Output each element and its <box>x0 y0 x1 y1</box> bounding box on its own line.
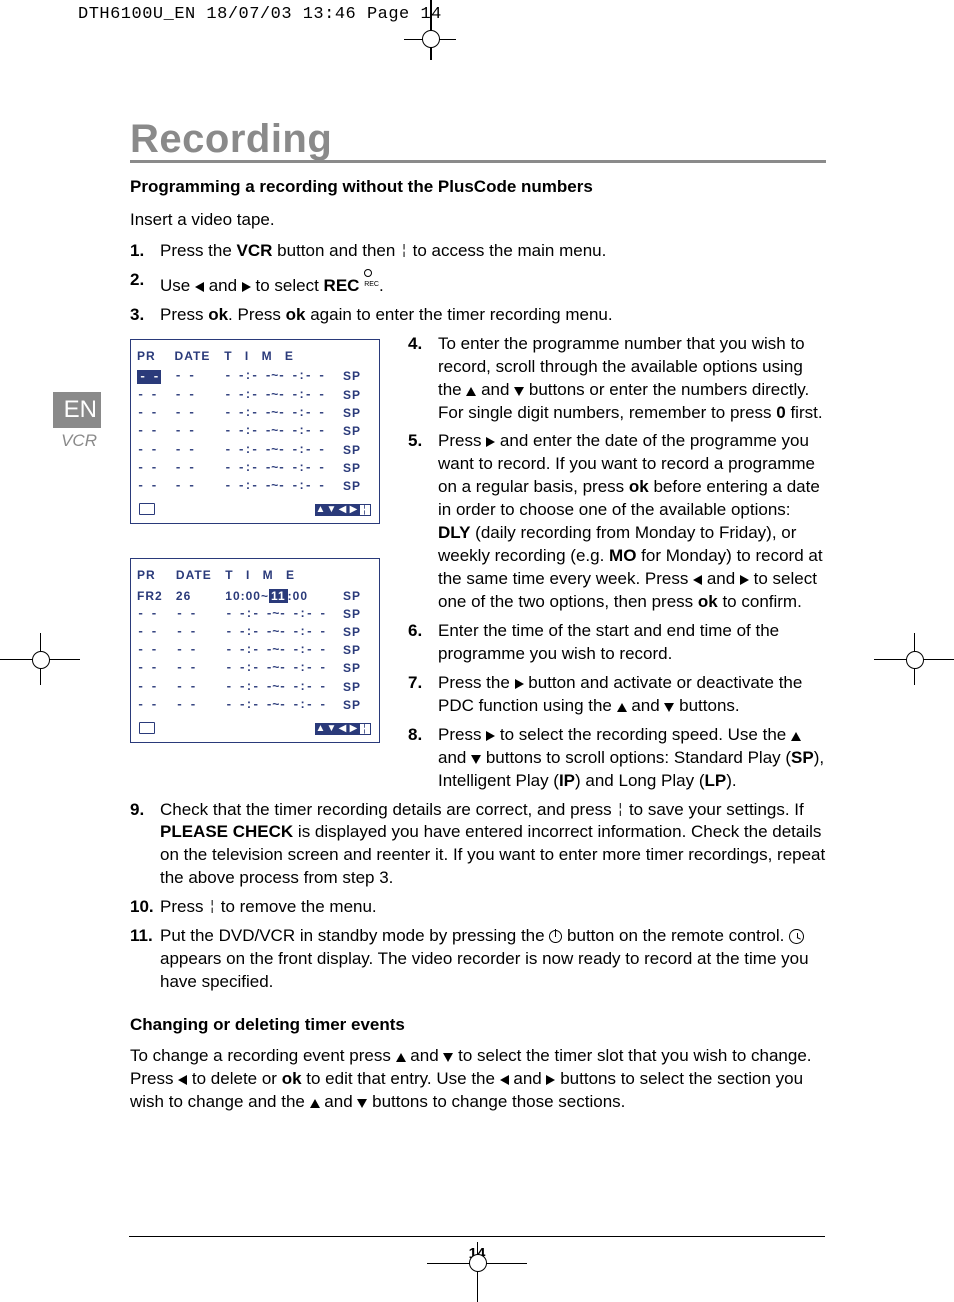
step-10: 10. Press ╎ to remove the menu. <box>130 896 826 919</box>
arrow-down-icon <box>514 387 524 396</box>
menu-icon: ╎ <box>208 898 216 916</box>
table-row: - -- -- -:- -~- -:- -SP <box>131 477 379 495</box>
step-11: 11. Put the DVD/VCR in standby mode by p… <box>130 925 826 994</box>
arrow-up-icon <box>617 703 627 712</box>
step-1: 1. Press the VCR button and then ╎ to ac… <box>130 240 826 263</box>
table-row: - -- -- -:- -~- -:- -SP <box>131 605 379 623</box>
section2-para: To change a recording event press and to… <box>130 1045 826 1114</box>
table-row: - -- -- -:- -~- -:- -SP <box>131 678 379 696</box>
crop-mark <box>437 1242 517 1302</box>
arrow-left-icon <box>693 575 702 585</box>
table-row: - -- -- -:- -~- -:- -SP <box>131 422 379 440</box>
table-row: - -- -- -:- -~- -:- -SP <box>131 459 379 477</box>
step-3: 3. Press ok. Press ok again to enter the… <box>130 304 826 327</box>
osd-screenshot-2: PR DATE T I M E FR22610:00~11:00SP - -- … <box>130 558 380 743</box>
tv-icon <box>139 722 155 734</box>
side-tab-device: VCR <box>53 428 101 453</box>
table-row: - -- -- -:- -~- -:- -SP <box>131 623 379 641</box>
table-row: - -- -- -:- -~- -:- -SP <box>131 404 379 422</box>
table-row: - -- -- -:- -~- -:- -SP <box>131 386 379 404</box>
menu-icon: ╎ <box>400 242 408 260</box>
table-row: - -- -- -:- -~- -:- -SP <box>131 696 379 714</box>
table-row: - -- -- -:- -~- -:- -SP <box>131 641 379 659</box>
clock-icon <box>789 929 804 944</box>
arrow-up-icon <box>310 1099 320 1108</box>
step-5: 5. Press and enter the date of the progr… <box>408 430 826 614</box>
page-title: Recording <box>130 112 332 166</box>
tv-icon <box>139 503 155 515</box>
table-row: FR22610:00~11:00SP <box>131 587 379 605</box>
arrow-up-icon <box>791 732 801 741</box>
arrow-down-icon <box>664 703 674 712</box>
arrow-down-icon <box>443 1053 453 1062</box>
step-8: 8. Press to select the recording speed. … <box>408 724 826 793</box>
table-row: - -- -- -:- -~- -:- -SP <box>131 441 379 459</box>
arrow-right-icon <box>486 731 495 741</box>
step-4: 4. To enter the programme number that yo… <box>408 333 826 425</box>
footer-rule <box>129 1236 825 1237</box>
title-underline <box>130 160 826 163</box>
intro-para: Insert a video tape. <box>130 209 826 232</box>
arrow-right-icon <box>740 575 749 585</box>
table-row: - -- -- -:- -~- -:- -SP <box>131 367 379 386</box>
arrow-left-icon <box>500 1075 509 1085</box>
step-9: 9. Check that the timer recording detail… <box>130 799 826 891</box>
section-heading: Programming a recording without the Plus… <box>130 176 826 199</box>
dpad-icon: ▲▼◀▶╎ <box>316 501 371 517</box>
arrow-right-icon <box>242 282 251 292</box>
rec-icon: REC <box>364 269 379 289</box>
dpad-icon: ▲▼◀▶╎ <box>316 720 371 736</box>
arrow-right-icon <box>515 679 524 689</box>
side-tab: EN VCR <box>53 392 101 453</box>
osd-screenshot-1: PR DATE T I M E - -- -- -:- -~- -:- -SP … <box>130 339 380 525</box>
print-header: DTH6100U_EN 18/07/03 13:46 Page 14 <box>78 4 442 27</box>
step-2: 2. Use and to select REC REC. <box>130 269 826 298</box>
step-6: 6. Enter the time of the start and end t… <box>408 620 826 666</box>
arrow-left-icon <box>178 1075 187 1085</box>
content: Programming a recording without the Plus… <box>130 176 826 1122</box>
arrow-left-icon <box>195 282 204 292</box>
table-row: - -- -- -:- -~- -:- -SP <box>131 659 379 677</box>
arrow-down-icon <box>357 1099 367 1108</box>
arrow-up-icon <box>396 1053 406 1062</box>
section-heading-2: Changing or deleting timer events <box>130 1014 826 1037</box>
crop-mark <box>422 30 440 48</box>
arrow-down-icon <box>471 755 481 764</box>
arrow-right-icon <box>486 437 495 447</box>
power-icon <box>549 930 562 943</box>
side-tab-lang: EN <box>53 392 101 428</box>
step-7: 7. Press the button and activate or deac… <box>408 672 826 718</box>
arrow-up-icon <box>466 387 476 396</box>
